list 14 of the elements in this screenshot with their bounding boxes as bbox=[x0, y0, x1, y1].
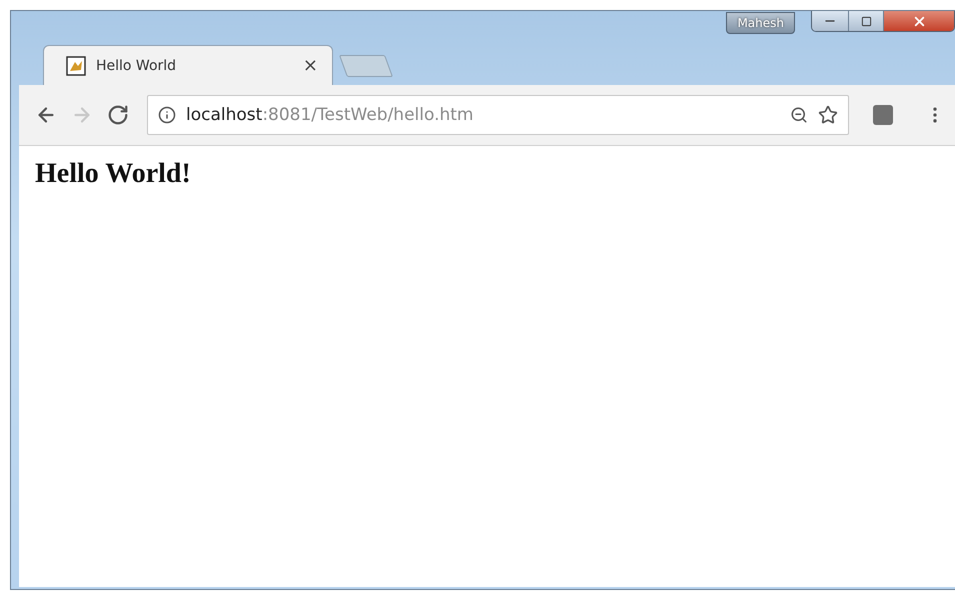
bookmark-star-icon[interactable] bbox=[818, 105, 838, 125]
page-heading: Hello World! bbox=[35, 158, 192, 190]
close-button[interactable] bbox=[883, 11, 954, 31]
reload-icon bbox=[107, 104, 129, 126]
tab-title: Hello World bbox=[96, 58, 178, 74]
info-icon bbox=[158, 106, 176, 124]
browser-tab[interactable]: Hello World × bbox=[43, 45, 333, 85]
maximize-button[interactable] bbox=[848, 11, 883, 31]
url-text: localhost:8081/TestWeb/hello.htm bbox=[186, 105, 474, 125]
maximize-icon bbox=[860, 16, 872, 26]
zoom-icon[interactable] bbox=[790, 106, 808, 124]
tab-close-button[interactable]: × bbox=[302, 55, 318, 76]
address-bar[interactable]: localhost:8081/TestWeb/hello.htm bbox=[147, 95, 849, 135]
page-icon bbox=[66, 56, 86, 76]
